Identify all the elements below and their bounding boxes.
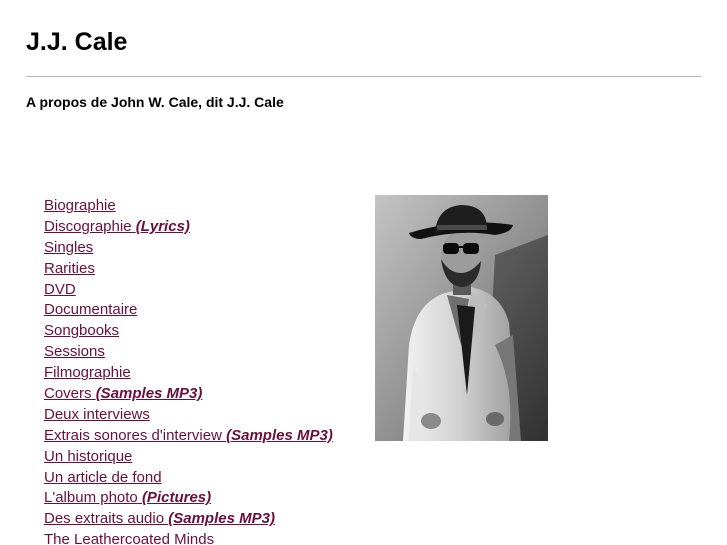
nav-item: Discographie (Lyrics) [44,217,333,238]
nav-link-label: The Leathercoated Minds [44,531,215,545]
nav-link-label: Sessions [44,343,105,361]
nav-link-label: Songbooks [44,322,120,340]
nav-link-label: Un historique [44,447,133,465]
nav-link-extra: (Samples MP3) [226,426,333,444]
nav-link-list: Biographie Discographie (Lyrics) Singles… [44,196,333,545]
nav-link-songbooks[interactable]: Songbooks [44,322,119,339]
nav-link-label: L'album photo [44,489,138,507]
nav-link-album-photo[interactable]: L'album photo (Pictures) [44,489,211,506]
nav-item: Singles [44,238,333,259]
nav-item: Rarities [44,259,333,280]
nav-link-label: Un article de fond [44,468,162,486]
nav-link-covers[interactable]: Covers (Samples MP3) [44,385,202,402]
nav-link-label: Deux interviews [44,405,150,423]
nav-link-article-de-fond[interactable]: Un article de fond [44,469,162,486]
nav-item: The Leathercoated Minds [44,530,333,545]
page-subtitle: A propos de John W. Cale, dit J.J. Cale [26,94,284,110]
nav-link-label: Documentaire [44,301,138,319]
nav-link-filmographie[interactable]: Filmographie [44,364,131,381]
nav-item: L'album photo (Pictures) [44,488,333,509]
nav-link-label: Extrais sonores d'interview [44,426,222,444]
nav-link-extra: (Lyrics) [135,217,190,235]
nav-link-label: Filmographie [44,364,131,382]
page-title: J.J. Cale [26,28,128,56]
nav-item: Songbooks [44,321,333,342]
nav-link-extra: (Pictures) [141,489,212,507]
nav-item: Un historique [44,447,333,468]
nav-link-dvd[interactable]: DVD [44,281,76,298]
nav-link-discographie[interactable]: Discographie (Lyrics) [44,218,190,235]
page: J.J. Cale A propos de John W. Cale, dit … [0,0,727,545]
nav-item: Filmographie [44,363,333,384]
nav-link-label: Covers [44,385,92,403]
nav-link-extrais-sonores[interactable]: Extrais sonores d'interview (Samples MP3… [44,427,333,444]
nav-link-label: Des extraits audio [44,510,165,528]
artist-portrait-photo [375,195,548,441]
nav-item: Covers (Samples MP3) [44,384,333,405]
nav-item: Extrais sonores d'interview (Samples MP3… [44,426,333,447]
nav-item: DVD [44,280,333,301]
nav-link-label: Discographie [44,217,132,235]
nav-item: Un article de fond [44,468,333,489]
nav-item: Deux interviews [44,405,333,426]
nav-item: Des extraits audio (Samples MP3) [44,509,333,530]
nav-link-historique[interactable]: Un historique [44,448,132,465]
nav-link-biographie[interactable]: Biographie [44,197,116,214]
nav-link-deux-interviews[interactable]: Deux interviews [44,406,150,423]
nav-link-documentaire[interactable]: Documentaire [44,301,137,318]
nav-link-label: Biographie [44,197,116,214]
nav-link-leathercoated-minds[interactable]: The Leathercoated Minds [44,531,214,545]
nav-item: Documentaire [44,300,333,321]
nav-item: Sessions [44,342,333,363]
nav-link-label: DVD [44,280,76,298]
nav-link-label: Rarities [44,259,95,277]
nav-link-extra: (Samples MP3) [168,510,275,528]
nav-link-singles[interactable]: Singles [44,239,93,256]
nav-link-rarities[interactable]: Rarities [44,260,95,277]
nav-link-label: Singles [44,238,94,256]
nav-item: Biographie [44,196,333,217]
nav-link-sessions[interactable]: Sessions [44,343,105,360]
nav-link-extra: (Samples MP3) [95,385,203,403]
title-divider [26,76,701,77]
nav-link-extraits-audio[interactable]: Des extraits audio (Samples MP3) [44,510,275,527]
